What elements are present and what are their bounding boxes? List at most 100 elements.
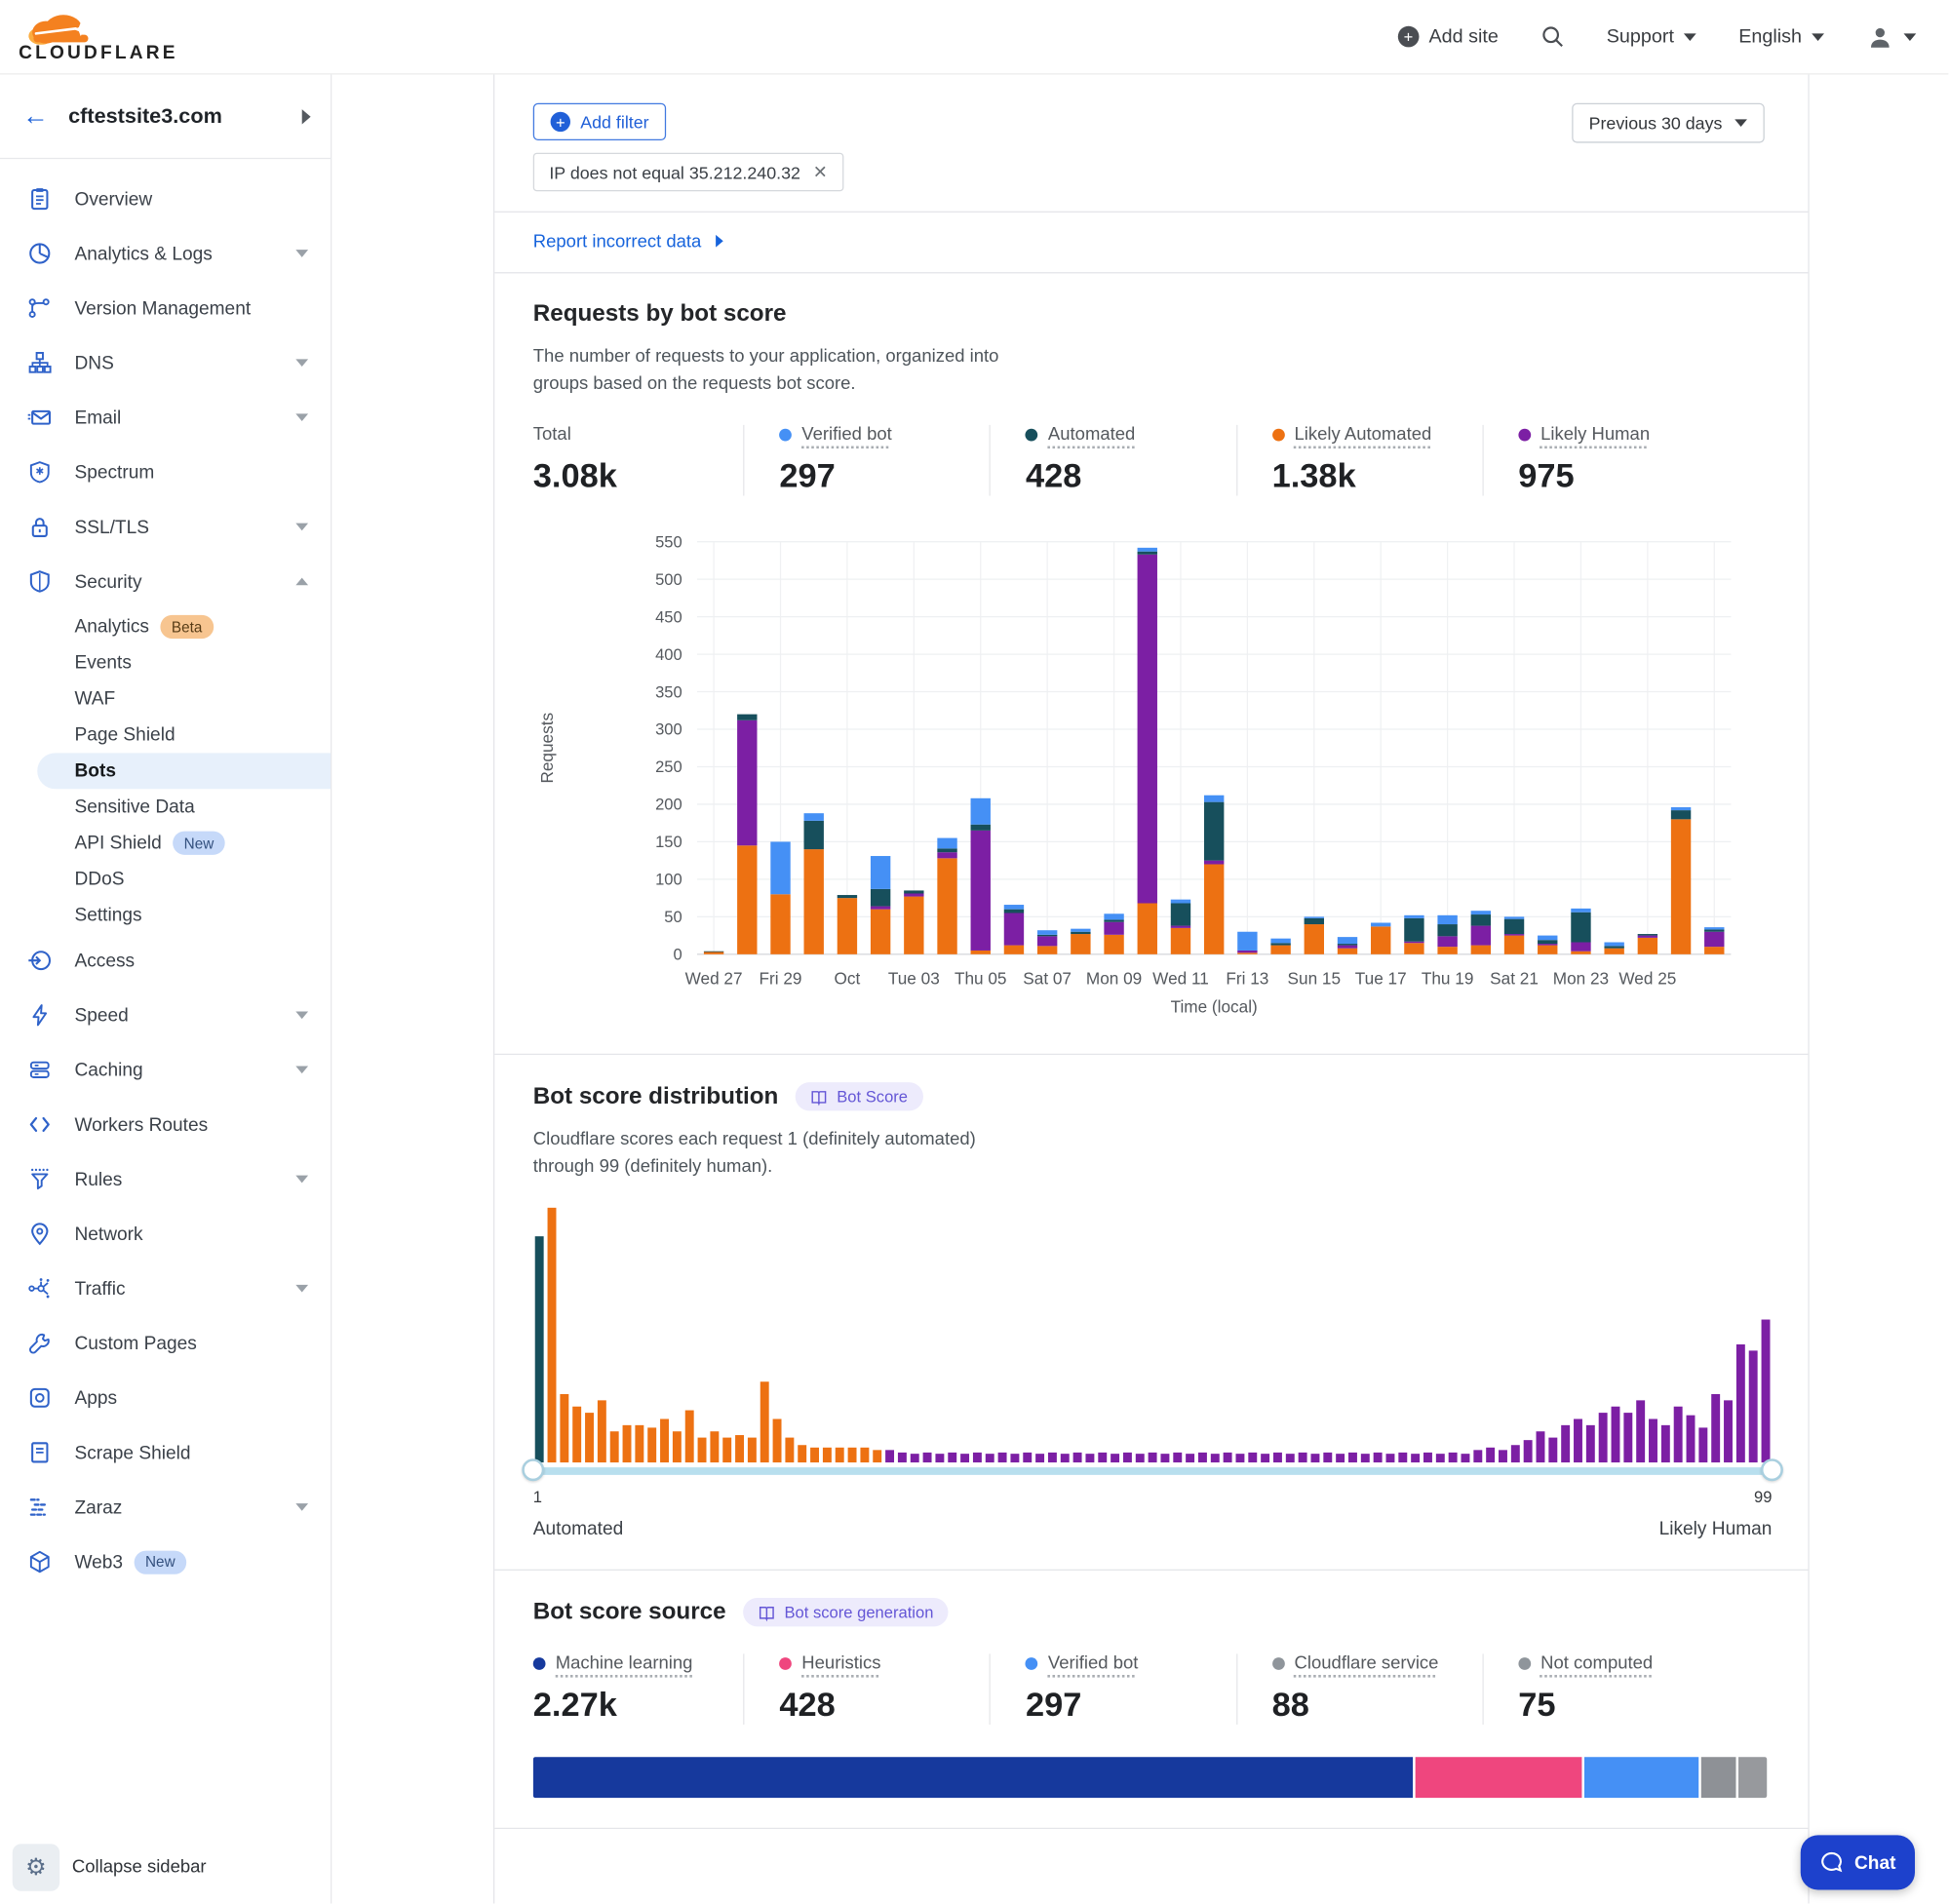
sidebar-item-speed[interactable]: Speed — [0, 988, 331, 1042]
score-bar-47[interactable] — [1111, 1454, 1119, 1462]
score-bar-92[interactable] — [1674, 1407, 1683, 1462]
score-bar-80[interactable] — [1524, 1440, 1533, 1462]
score-bar-48[interactable] — [1123, 1453, 1132, 1462]
score-bar-71[interactable] — [1411, 1454, 1420, 1462]
score-bar-15[interactable] — [710, 1431, 719, 1462]
score-bar-94[interactable] — [1698, 1427, 1707, 1462]
score-bar-6[interactable] — [598, 1400, 606, 1462]
support-menu[interactable]: Support — [1607, 25, 1696, 48]
collapse-sidebar[interactable]: ⚙ Collapse sidebar — [0, 1844, 331, 1890]
bar-sun-08[interactable] — [1071, 929, 1090, 954]
slider-handle-min[interactable] — [522, 1458, 544, 1481]
score-bar-84[interactable] — [1574, 1418, 1582, 1462]
score-bar-90[interactable] — [1649, 1418, 1657, 1462]
score-bar-85[interactable] — [1586, 1425, 1595, 1462]
score-bar-7[interactable] — [610, 1431, 619, 1462]
bar-wed-25[interactable] — [1638, 934, 1657, 954]
bar-sat-14[interactable] — [1270, 939, 1290, 954]
bar-fri-27[interactable] — [1704, 927, 1724, 954]
sidebar-item-security[interactable]: Security — [0, 554, 331, 608]
close-icon[interactable]: ✕ — [813, 162, 828, 183]
score-bar-88[interactable] — [1623, 1413, 1632, 1462]
language-menu[interactable]: English — [1738, 25, 1824, 48]
score-bar-68[interactable] — [1374, 1453, 1383, 1462]
score-bar-69[interactable] — [1386, 1454, 1395, 1462]
score-bar-30[interactable] — [898, 1453, 907, 1462]
stat-label[interactable]: Automated — [1026, 425, 1236, 445]
bot-score-generation-badge[interactable]: Bot score generation — [743, 1598, 948, 1626]
sidebar-subitem-page-shield[interactable]: Page Shield — [0, 717, 331, 753]
score-bar-73[interactable] — [1436, 1454, 1445, 1462]
sidebar-subitem-bots[interactable]: Bots — [37, 753, 331, 789]
score-bar-95[interactable] — [1711, 1394, 1720, 1462]
sidebar-item-workers-routes[interactable]: Workers Routes — [0, 1097, 331, 1151]
bar-sat-21[interactable] — [1504, 916, 1524, 953]
stat-label[interactable]: Heuristics — [779, 1653, 990, 1673]
bar-wed-11[interactable] — [1171, 900, 1190, 954]
score-bar-23[interactable] — [810, 1448, 819, 1462]
account-menu[interactable] — [1866, 23, 1916, 51]
score-bar-74[interactable] — [1449, 1453, 1458, 1462]
sidebar-item-custom-pages[interactable]: Custom Pages — [0, 1316, 331, 1371]
score-bar-99[interactable] — [1762, 1320, 1771, 1463]
bar-mon-02[interactable] — [871, 856, 890, 954]
bar-mon-23[interactable] — [1571, 909, 1590, 954]
sidebar-subitem-sensitive-data[interactable]: Sensitive Data — [0, 789, 331, 825]
chat-button[interactable]: Chat — [1801, 1835, 1915, 1889]
score-bar-51[interactable] — [1160, 1454, 1169, 1462]
sidebar-item-traffic[interactable]: Traffic — [0, 1262, 331, 1316]
stat-label[interactable]: Machine learning — [533, 1653, 744, 1673]
sidebar-item-analytics-logs[interactable]: Analytics & Logs — [0, 226, 331, 281]
score-bar-20[interactable] — [773, 1418, 782, 1462]
gear-icon[interactable]: ⚙ — [13, 1844, 59, 1890]
score-bar-58[interactable] — [1248, 1453, 1257, 1462]
score-bar-42[interactable] — [1048, 1453, 1057, 1462]
score-bar-78[interactable] — [1499, 1450, 1507, 1462]
score-bar-10[interactable] — [647, 1427, 656, 1462]
filter-chip[interactable]: IP does not equal 35.212.240.32 ✕ — [533, 153, 843, 192]
bar-thu-28[interactable] — [737, 715, 757, 954]
sidebar-item-web3[interactable]: Web3New — [0, 1535, 331, 1589]
sidebar-item-scrape-shield[interactable]: Scrape Shield — [0, 1425, 331, 1480]
score-bar-35[interactable] — [960, 1454, 969, 1462]
score-bar-29[interactable] — [885, 1450, 894, 1462]
score-bar-76[interactable] — [1473, 1450, 1482, 1462]
score-bar-21[interactable] — [785, 1438, 794, 1462]
sidebar-item-email[interactable]: Email — [0, 390, 331, 445]
score-bar-56[interactable] — [1224, 1453, 1232, 1462]
score-bar-33[interactable] — [935, 1454, 944, 1462]
stat-label[interactable]: Not computed — [1518, 1653, 1730, 1673]
score-bar-27[interactable] — [860, 1448, 869, 1462]
bar-tue-03[interactable] — [904, 890, 923, 953]
score-bar-46[interactable] — [1098, 1453, 1107, 1462]
sidebar-subitem-settings[interactable]: Settings — [0, 897, 331, 933]
score-bar-83[interactable] — [1561, 1425, 1570, 1462]
score-bar-60[interactable] — [1273, 1453, 1282, 1462]
score-range-slider[interactable] — [533, 1467, 1773, 1475]
score-bar-65[interactable] — [1336, 1454, 1345, 1462]
slider-handle-max[interactable] — [1761, 1458, 1783, 1481]
bar-tue-24[interactable] — [1604, 943, 1623, 954]
search-button[interactable] — [1540, 24, 1564, 48]
sidebar-item-overview[interactable]: Overview — [0, 172, 331, 226]
bar-wed-27[interactable] — [704, 952, 723, 954]
histogram-chart[interactable] — [533, 1205, 1773, 1466]
score-bar-24[interactable] — [823, 1448, 832, 1462]
bar-fri-29[interactable] — [770, 841, 790, 953]
score-bar-19[interactable] — [760, 1381, 769, 1462]
stacked-bar-chart[interactable]: 050100150200250300350400450500550Wed 27F… — [533, 521, 1768, 1018]
score-bar-3[interactable] — [560, 1394, 568, 1462]
bot-score-doc-badge[interactable]: Bot Score — [796, 1082, 922, 1110]
score-bar-31[interactable] — [911, 1454, 919, 1462]
sidebar-item-ssl-tls[interactable]: SSL/TLS — [0, 499, 331, 554]
score-bar-9[interactable] — [635, 1425, 643, 1462]
bar-tue-17[interactable] — [1371, 923, 1390, 954]
cloudflare-logo[interactable]: CLOUDFLARE — [19, 10, 178, 63]
score-bar-98[interactable] — [1749, 1350, 1758, 1462]
score-bar-70[interactable] — [1398, 1453, 1407, 1462]
stat-label[interactable]: Likely Human — [1518, 425, 1730, 445]
sidebar-item-caching[interactable]: Caching — [0, 1042, 331, 1097]
score-bar-36[interactable] — [973, 1453, 982, 1462]
sidebar-subitem-events[interactable]: Events — [0, 644, 331, 680]
bar-tue-10[interactable] — [1138, 548, 1157, 954]
